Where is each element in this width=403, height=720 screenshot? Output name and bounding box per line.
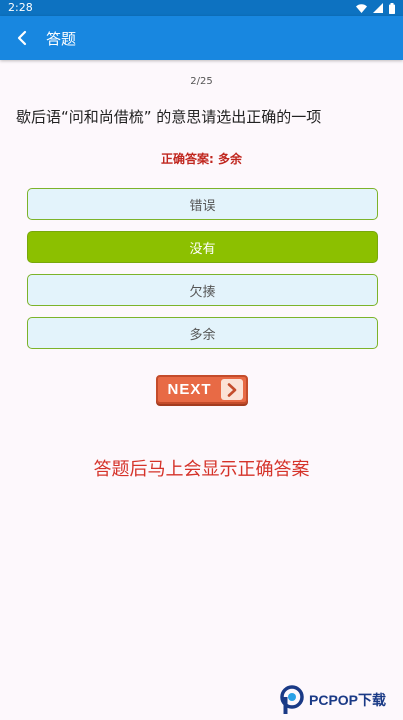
battery-icon: [389, 2, 395, 14]
arrow-right-icon: [221, 379, 243, 400]
watermark: PCPOP下载: [279, 683, 386, 717]
option-3[interactable]: 欠揍: [27, 274, 378, 306]
option-4[interactable]: 多余: [27, 317, 378, 349]
status-icons: [356, 2, 395, 14]
watermark-text: PCPOP下载: [309, 692, 387, 708]
wifi-icon: [356, 3, 367, 13]
page-title: 答题: [46, 29, 77, 48]
option-label: 没有: [189, 241, 216, 257]
question-text: 歇后语“问和尚借梳” 的意思请选出正确的一项: [16, 108, 322, 126]
chevron-left-icon: [17, 30, 27, 46]
back-button[interactable]: [0, 16, 44, 60]
option-label: 错误: [189, 198, 216, 214]
next-button-label: NEXT: [167, 381, 212, 398]
option-1[interactable]: 错误: [27, 188, 378, 220]
next-button[interactable]: NEXT: [156, 375, 248, 404]
pcpop-logo-icon: [280, 685, 304, 714]
app-bar: 答题: [0, 16, 403, 60]
hint-caption: 答题后马上会显示正确答案: [93, 459, 310, 480]
answer-options: 错误 没有 欠揍 多余: [27, 188, 378, 360]
question-progress: 2/25: [190, 76, 213, 87]
status-bar: 2:28: [0, 0, 403, 16]
cellular-signal-icon: [373, 3, 383, 13]
status-time: 2:28: [8, 1, 33, 14]
option-2[interactable]: 没有: [27, 231, 378, 263]
correct-answer-label: 正确答案: 多余: [161, 152, 242, 166]
option-label: 多余: [189, 327, 216, 343]
option-label: 欠揍: [189, 284, 216, 300]
